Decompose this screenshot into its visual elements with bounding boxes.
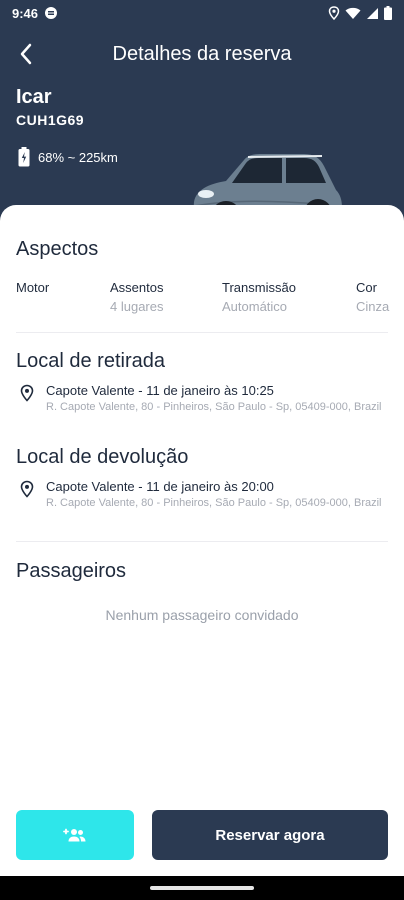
spec-value: 4 lugares [110,299,164,314]
battery-charging-icon [18,147,30,167]
spec-motor: Motor [16,280,49,299]
reserve-now-button[interactable]: Reservar agora [152,810,388,860]
spec-label: Assentos [110,280,164,295]
dropoff-location: Capote Valente - 11 de janeiro às 20:00 … [18,479,388,510]
home-gesture-handle[interactable] [150,886,254,890]
spec-seats: Assentos 4 lugares [110,280,163,314]
aspects-title: Aspectos [16,238,99,260]
pickup-main-text: Capote Valente - 11 de janeiro às 10:25 [46,383,274,398]
battery-info: 68% ~ 225km [18,147,118,167]
signal-icon [367,7,378,19]
app-bar: Detalhes da reserva [0,32,404,76]
battery-status-icon [384,6,392,20]
location-pin-icon [20,480,34,498]
notification-icon [45,7,58,19]
spec-label: Transmissão [222,280,296,295]
dropoff-main-text: Capote Valente - 11 de janeiro às 20:00 [46,479,274,494]
add-group-icon [63,828,86,842]
spec-color: Cor Cinza [356,280,389,314]
location-status-icon [328,6,340,20]
divider [16,332,388,333]
status-bar: 9:46 [0,0,404,26]
invite-passenger-button[interactable] [16,810,134,860]
spec-transmission: Transmissão Automático [222,280,296,314]
dropoff-address: R. Capote Valente, 80 - Pinheiros, São P… [46,497,382,509]
spec-label: Cor [356,280,377,295]
divider [16,541,388,542]
system-nav-bar [0,876,404,900]
page-title: Detalhes da reserva [112,42,292,65]
passengers-empty-message: Nenhum passageiro convidado [105,607,299,623]
battery-text: 68% ~ 225km [38,149,118,165]
location-pin-icon [20,384,34,402]
passengers-title: Passageiros [16,560,127,582]
header: 9:46 Detalhes da reserva Icar CUH1G69 68… [0,0,404,233]
pickup-title: Local de retirada [16,350,165,372]
spec-value: Cinza [356,299,390,314]
car-name: Icar [16,86,52,108]
car-plate: CUH1G69 [16,112,85,128]
pickup-address: R. Capote Valente, 80 - Pinheiros, São P… [46,401,382,413]
wifi-icon [345,7,361,19]
arrow-back-icon [20,43,32,65]
dropoff-title: Local de devolução [16,446,189,468]
status-time: 9:46 [12,5,39,21]
spec-label: Motor [16,280,50,295]
back-button[interactable] [10,38,42,70]
spec-value: Automático [222,299,288,314]
pickup-location: Capote Valente - 11 de janeiro às 10:25 … [18,383,388,414]
details-sheet [0,205,404,885]
